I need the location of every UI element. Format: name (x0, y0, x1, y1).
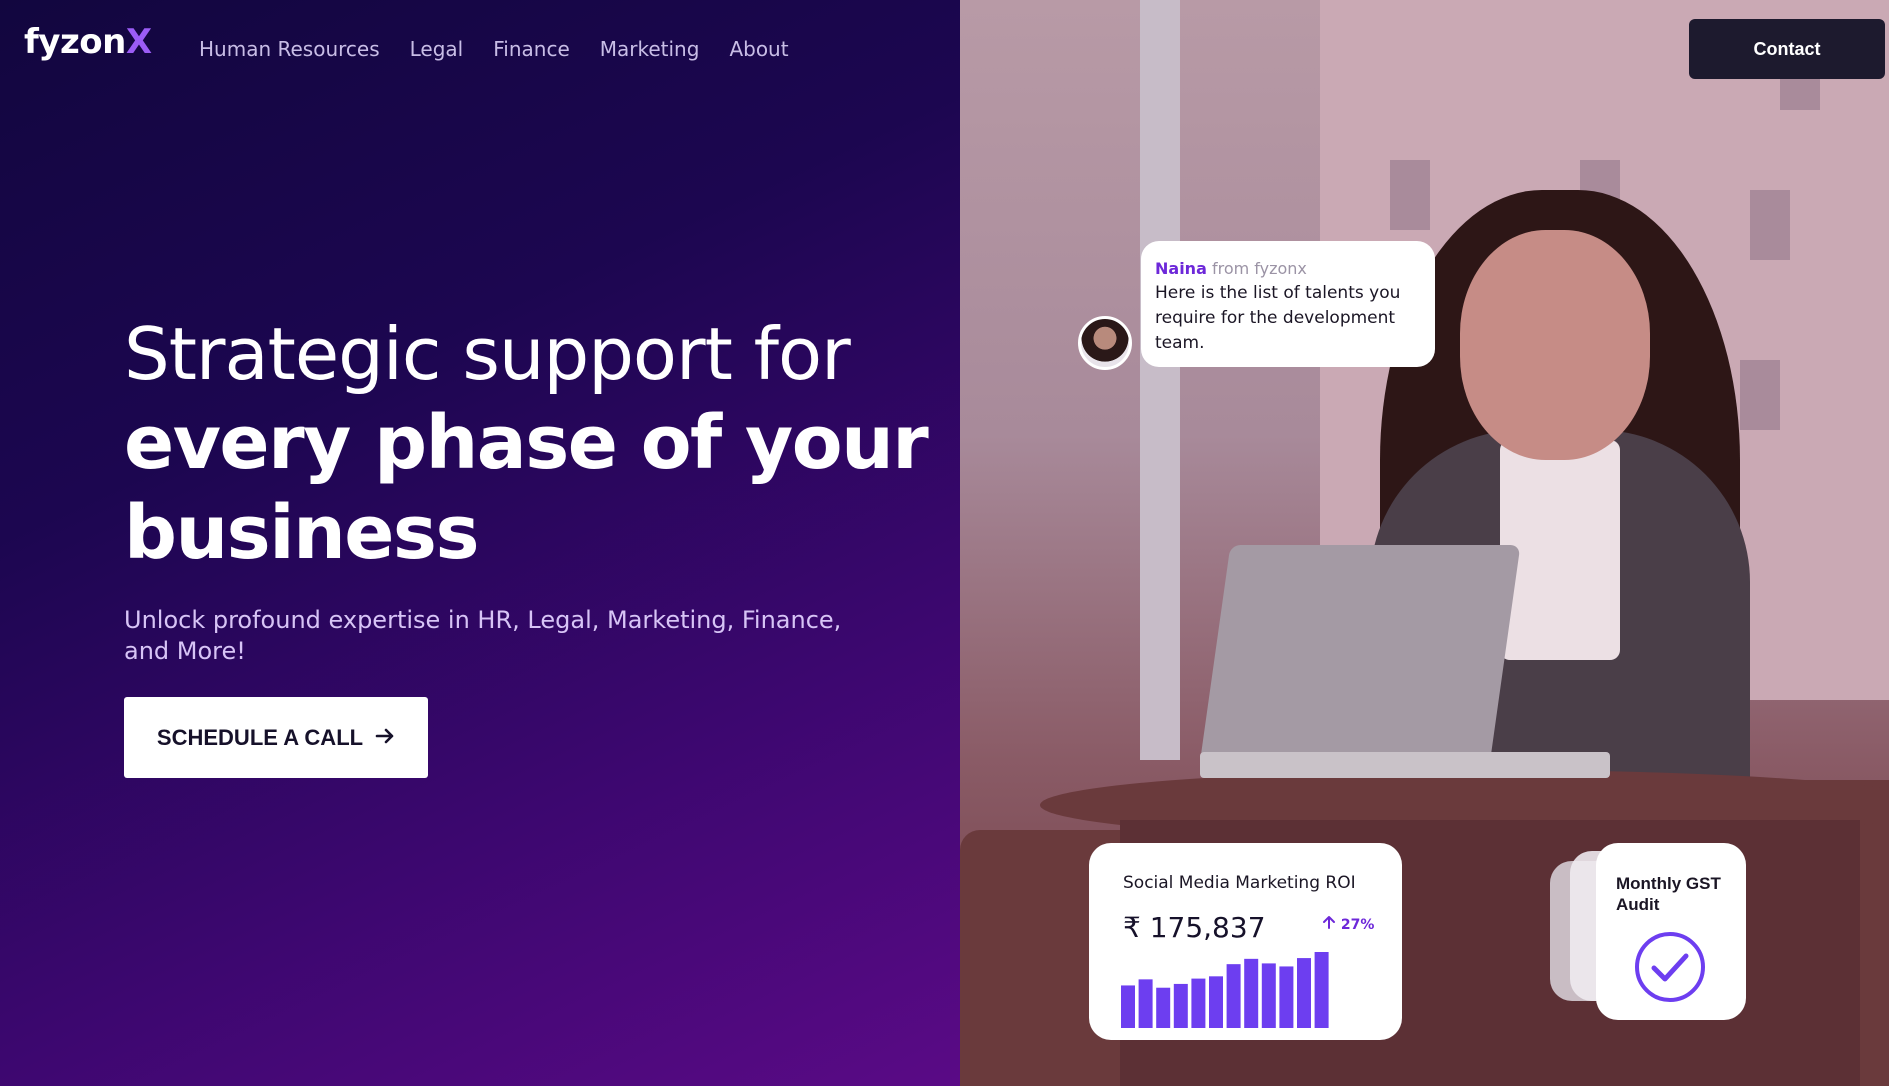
chat-from: from fyzonx (1211, 259, 1307, 278)
gst-title: Monthly GST Audit (1616, 873, 1728, 915)
chat-sender: Naina (1155, 259, 1207, 278)
hero-heading-line2: every phase of your (124, 400, 929, 486)
roi-change-value: 27% (1340, 917, 1375, 933)
roi-value: ₹ 175,837 (1123, 911, 1266, 944)
roi-bar (1121, 985, 1135, 1028)
roi-bar (1297, 958, 1311, 1028)
gst-card: Monthly GST Audit (1596, 843, 1746, 1020)
contact-button[interactable]: Contact (1689, 19, 1885, 79)
roi-card: Social Media Marketing ROI ₹ 175,837 27% (1089, 843, 1402, 1040)
window-pillar (1140, 0, 1180, 760)
schedule-call-label: SCHEDULE A CALL (156, 724, 364, 750)
roi-bar (1156, 987, 1171, 1028)
chat-bubble: Naina from fyzonx Here is the list of ta… (1141, 241, 1435, 367)
laptop (1199, 545, 1521, 765)
brand-logo[interactable]: fyzonX (24, 22, 152, 62)
roi-change: 27% (1322, 915, 1374, 933)
building-window (1390, 160, 1430, 230)
roi-bar (1244, 958, 1259, 1028)
roi-bar (1173, 983, 1188, 1028)
roi-title: Social Media Marketing ROI (1123, 873, 1356, 893)
gst-title-line1: Monthly GST (1616, 874, 1721, 893)
chat-message: Here is the list of talents you require … (1155, 283, 1401, 353)
nav-item-finance[interactable]: Finance (493, 37, 570, 61)
avatar (1078, 316, 1132, 370)
logo-text: fyzon (24, 22, 126, 62)
hero-subtitle: Unlock profound expertise in HR, Legal, … (124, 606, 842, 665)
roi-bar (1261, 963, 1276, 1028)
roi-bar (1209, 976, 1223, 1028)
hero-heading-line3: business (124, 490, 480, 576)
roi-bar (1279, 966, 1294, 1028)
chat-meta: Naina from fyzonx (1155, 259, 1421, 278)
check-circle-icon (1634, 931, 1706, 1007)
schedule-call-button[interactable]: SCHEDULE A CALL (124, 697, 428, 778)
roi-bar (1191, 978, 1206, 1028)
roi-bar (1314, 952, 1329, 1028)
logo-accent: X (125, 22, 152, 62)
building-window (1740, 360, 1780, 430)
nav-item-legal[interactable]: Legal (410, 37, 464, 61)
gst-title-line2: Audit (1616, 895, 1660, 914)
building-window (1750, 190, 1790, 260)
nav-item-human-resources[interactable]: Human Resources (199, 37, 380, 61)
hero-heading-line1: Strategic support for (124, 312, 851, 396)
person-face (1460, 230, 1650, 460)
roi-bar (1138, 979, 1153, 1028)
arrow-right-icon (375, 722, 395, 753)
nav-item-marketing[interactable]: Marketing (600, 37, 700, 61)
laptop-base (1200, 752, 1610, 778)
nav-item-about[interactable]: About (729, 37, 788, 61)
arrow-up-icon (1322, 916, 1341, 933)
roi-bar (1226, 964, 1241, 1028)
roi-bar-chart (1121, 952, 1329, 1028)
main-nav: Human Resources Legal Finance Marketing … (199, 37, 819, 61)
